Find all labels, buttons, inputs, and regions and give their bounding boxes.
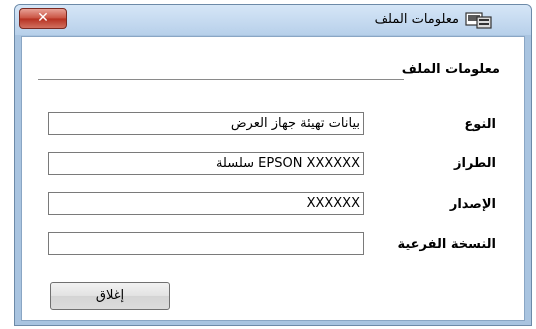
type-label: النوع	[464, 117, 496, 132]
dialog-body: معلومات الملف النوع بيانات تهيئة جهاز ال…	[21, 36, 525, 321]
group-label: معلومات الملف	[401, 62, 500, 77]
version-label: الإصدار	[449, 197, 496, 212]
window-title: معلومات الملف	[374, 12, 459, 27]
window-close-button[interactable]: ✕	[19, 8, 67, 29]
close-icon: ✕	[37, 10, 49, 26]
type-field: بيانات تهيئة جهاز العرض	[48, 112, 364, 135]
file-info-dialog: ✕ معلومات الملف معلومات الملف النوع بيان…	[14, 4, 532, 326]
file-info-icon	[465, 12, 492, 29]
close-button[interactable]: إغلاق	[50, 282, 170, 310]
model-field: EPSON XXXXXX سلسلة	[48, 152, 364, 175]
subversion-field	[48, 232, 364, 255]
model-label: الطراز	[453, 156, 496, 171]
title-bar[interactable]: ✕ معلومات الملف	[15, 5, 531, 35]
group-divider	[38, 79, 404, 80]
subversion-label: النسخة الفرعية	[397, 237, 496, 252]
version-field: XXXXXX	[48, 192, 364, 215]
